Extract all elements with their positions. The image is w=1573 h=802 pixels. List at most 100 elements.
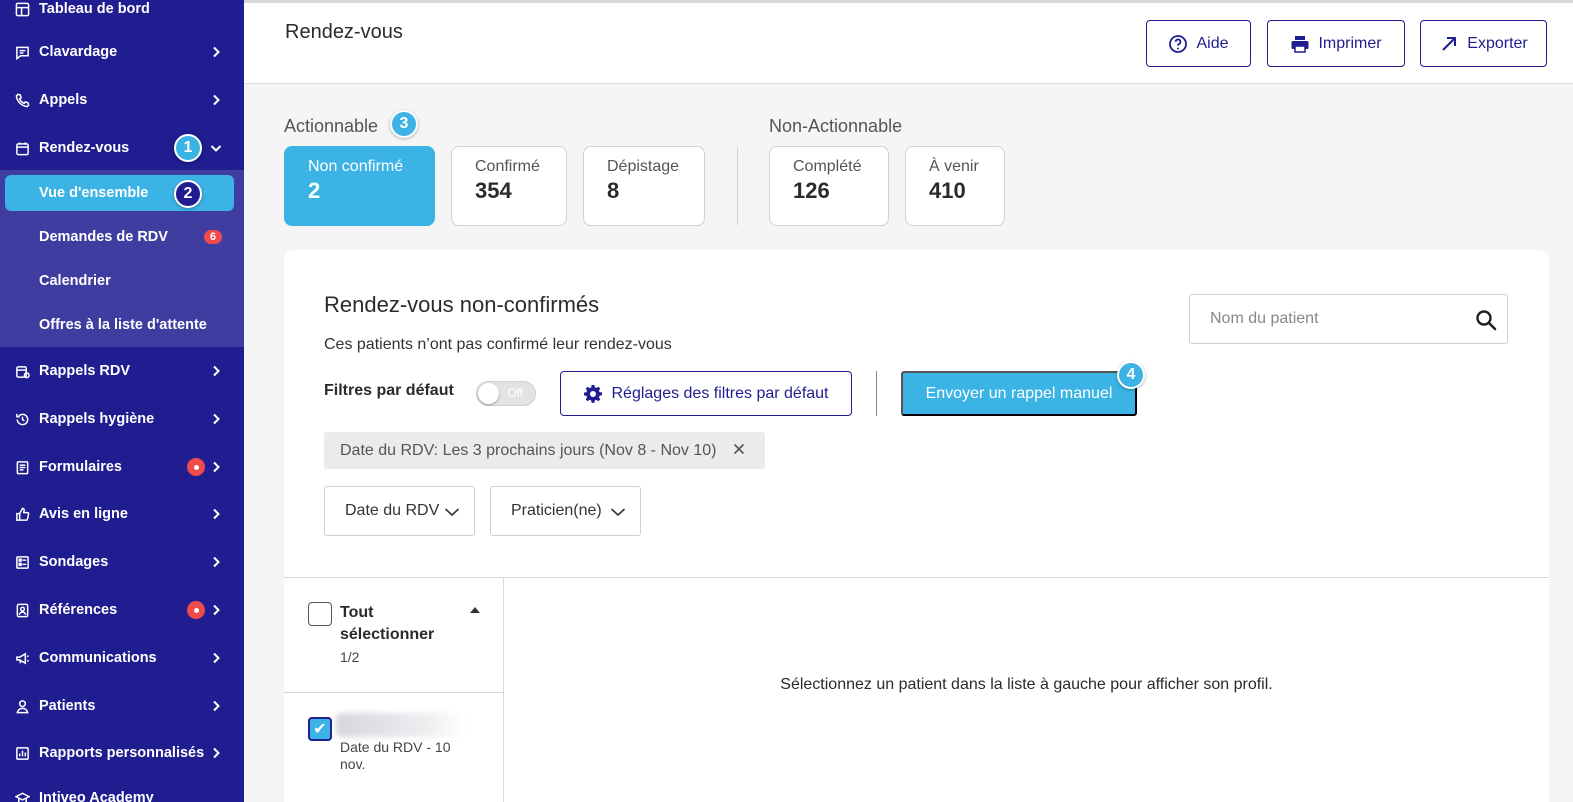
subnav-item-waitlist[interactable]: Offres à la liste d'attente: [0, 305, 244, 345]
sidebar-item-communications[interactable]: Communications: [0, 636, 244, 680]
sidebar-item-label: Intiveo Academy: [39, 790, 154, 802]
patient-list: Tout sélectionner 1/2 ✔ Date du RDV - 10…: [284, 577, 504, 802]
card-title: Rendez-vous non-confirmés: [324, 292, 600, 317]
stat-card-unconfirmed[interactable]: Non confirmé 2: [284, 146, 435, 226]
sidebar-item-online-reviews[interactable]: Avis en ligne: [0, 492, 244, 536]
sidebar-item-patients[interactable]: Patients: [0, 684, 244, 728]
referrals-notification-dot: [187, 601, 205, 619]
dropdown-label: Praticien(ne): [511, 502, 602, 519]
chevron-right-icon: [210, 461, 222, 473]
sidebar-item-label: Rendez-vous: [39, 140, 130, 156]
sidebar-item-referrals[interactable]: Références: [0, 588, 244, 632]
sidebar-item-custom-reports[interactable]: Rapports personnalisés: [0, 731, 244, 775]
stat-value: 354: [475, 178, 512, 203]
step-marker-4: 4: [1117, 361, 1145, 389]
settings-button-label: Réglages des filtres par défaut: [611, 384, 829, 402]
patient-row-checkbox[interactable]: ✔: [308, 717, 332, 741]
sidebar-item-label: Patients: [39, 698, 96, 714]
stat-value: 2: [308, 178, 321, 203]
sidebar-item-academy[interactable]: Intiveo Academy: [0, 776, 244, 802]
toggle-state-text: Off: [507, 386, 523, 400]
stat-label: Confirmé: [475, 158, 540, 175]
sidebar-item-label: Sondages: [39, 554, 109, 570]
sidebar-item-label: Clavardage: [39, 44, 118, 60]
academy-icon: [14, 790, 30, 802]
step-marker-3: 3: [390, 110, 418, 138]
selection-count: 1/2: [340, 649, 360, 665]
practitioner-dropdown[interactable]: Praticien(ne): [490, 486, 641, 536]
sidebar-item-appointments[interactable]: Rendez-vous: [0, 126, 244, 170]
stat-card-completed[interactable]: Complété 126: [769, 146, 889, 226]
select-all-checkbox[interactable]: [308, 602, 332, 626]
actionable-section-label: Actionnable: [284, 116, 379, 136]
printer-icon: [1291, 35, 1309, 53]
export-button[interactable]: Exporter: [1420, 20, 1547, 67]
sidebar-item-chat[interactable]: Clavardage: [0, 30, 244, 74]
sidebar-item-surveys[interactable]: Sondages: [0, 540, 244, 584]
sidebar-item-label: Rapports personnalisés: [39, 745, 205, 761]
row-divider: [284, 692, 503, 693]
sidebar-item-hygiene-reminders[interactable]: Rappels hygiène: [0, 397, 244, 441]
sort-caret-up-icon[interactable]: [470, 607, 480, 613]
sidebar-item-calls[interactable]: Appels: [0, 78, 244, 122]
forms-notification-dot: [187, 458, 205, 476]
sidebar: Tableau de bord Clavardage Appels Rendez…: [0, 0, 244, 802]
subnav-item-label: Vue d'ensemble: [39, 185, 149, 201]
history-icon: [14, 411, 30, 427]
stat-card-upcoming[interactable]: À venir 410: [905, 146, 1005, 226]
help-icon: [1169, 34, 1188, 53]
nonactionable-section-label: Non-Actionnable: [769, 116, 903, 136]
sidebar-item-dashboard[interactable]: Tableau de bord: [0, 0, 244, 31]
dashboard-icon: [14, 1, 30, 17]
stat-value: 126: [793, 178, 830, 203]
default-filters-toggle[interactable]: Off: [476, 381, 536, 406]
sidebar-item-label: Références: [39, 602, 118, 618]
chevron-right-icon: [210, 700, 222, 712]
chevron-right-icon: [210, 652, 222, 664]
sidebar-item-label: Appels: [39, 92, 88, 108]
sidebar-item-forms[interactable]: Formulaires: [0, 445, 244, 489]
patient-search-input[interactable]: [1190, 295, 1460, 343]
chevron-right-icon: [210, 747, 222, 759]
stat-label: À venir: [929, 158, 979, 175]
help-button-label: Aide: [1196, 34, 1229, 52]
help-button[interactable]: Aide: [1146, 20, 1251, 67]
stat-label: Complété: [793, 158, 862, 175]
sidebar-item-appointment-reminders[interactable]: Rappels RDV: [0, 349, 244, 393]
send-manual-reminder-button[interactable]: Envoyer un rappel manuel: [901, 371, 1137, 416]
print-button-label: Imprimer: [1318, 34, 1382, 52]
active-filter-chip: Date du RDV: Les 3 prochains jours (Nov …: [324, 432, 765, 469]
stat-value: 8: [607, 178, 620, 203]
chevron-right-icon: [210, 365, 222, 377]
patient-search: [1189, 294, 1508, 344]
select-all-label: Tout sélectionner: [340, 604, 435, 643]
stats-divider: [737, 147, 738, 225]
subnav-item-requests[interactable]: Demandes de RDV 6: [0, 217, 244, 257]
subnav-item-calendar[interactable]: Calendrier: [0, 261, 244, 301]
appointment-date-dropdown[interactable]: Date du RDV: [324, 486, 475, 536]
search-icon[interactable]: [1475, 309, 1497, 331]
referral-icon: [14, 602, 30, 618]
subnav-item-label: Calendrier: [39, 273, 111, 289]
phone-icon: [14, 92, 30, 108]
sidebar-item-label: Tableau de bord: [39, 1, 150, 17]
thumbs-up-icon: [14, 506, 30, 522]
chevron-right-icon: [210, 508, 222, 520]
stat-card-screening[interactable]: Dépistage 8: [583, 146, 705, 226]
page-title: Rendez-vous: [285, 21, 403, 43]
blurred-patient-name[interactable]: [336, 713, 466, 737]
subnav-item-label: Offres à la liste d'attente: [39, 317, 207, 333]
print-button[interactable]: Imprimer: [1267, 20, 1405, 67]
stat-label: Non confirmé: [308, 158, 404, 175]
filter-chip-label: Date du RDV: Les 3 prochains jours (Nov …: [340, 441, 717, 459]
chevron-right-icon: [210, 46, 222, 58]
megaphone-icon: [14, 650, 30, 666]
report-icon: [14, 745, 30, 761]
default-filter-settings-button[interactable]: Réglages des filtres par défaut: [560, 371, 852, 416]
sidebar-item-label: Formulaires: [39, 459, 122, 475]
subnav-item-label: Demandes de RDV: [39, 229, 168, 245]
close-icon[interactable]: [731, 441, 747, 457]
survey-icon: [14, 554, 30, 570]
stat-card-confirmed[interactable]: Confirmé 354: [451, 146, 567, 226]
sidebar-item-label: Rappels hygiène: [39, 411, 155, 427]
